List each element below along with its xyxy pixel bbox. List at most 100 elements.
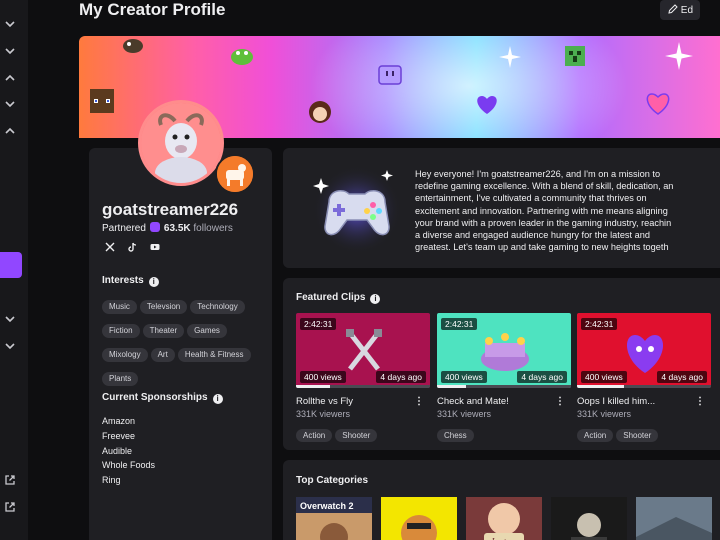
interests-heading-label: Interests bbox=[102, 275, 144, 286]
clip-viewers: 331K viewers bbox=[296, 409, 351, 419]
chevron-up-icon[interactable] bbox=[4, 72, 16, 84]
goat-avatar-image bbox=[141, 103, 221, 183]
interest-tag[interactable]: Health & Fitness bbox=[177, 348, 251, 362]
external-link-icon[interactable] bbox=[4, 500, 16, 512]
clip-thumbnail[interactable]: 2:42:31 400 views 4 days ago bbox=[296, 313, 430, 388]
chevron-down-icon[interactable] bbox=[4, 18, 16, 30]
about-line: redefine gaming excellence. With a blend… bbox=[415, 181, 674, 192]
category-card-4[interactable] bbox=[551, 497, 627, 540]
avatar[interactable] bbox=[138, 100, 224, 186]
tiktok-icon[interactable] bbox=[126, 242, 138, 254]
goat-badge-icon bbox=[217, 156, 253, 192]
clip-title[interactable]: Rollthe vs Fly bbox=[296, 396, 353, 407]
frog-sticker bbox=[231, 49, 253, 65]
sponsorship-item: Freevee bbox=[102, 430, 136, 441]
featured-clips-heading-label: Featured Clips bbox=[296, 292, 366, 303]
info-icon[interactable]: i bbox=[148, 277, 159, 287]
sponsorships-heading: Current Sponsorships i bbox=[102, 392, 223, 404]
x-icon[interactable] bbox=[104, 242, 116, 254]
interests-heading: Interests i bbox=[102, 275, 159, 287]
active-nav-indicator[interactable] bbox=[0, 252, 22, 278]
clip-title-row: Check and Mate! ⋮ bbox=[437, 396, 571, 408]
rainbow-heart-sticker bbox=[646, 93, 670, 115]
clip-duration: 2:42:31 bbox=[441, 318, 478, 330]
interest-tag[interactable]: Theater bbox=[142, 324, 185, 338]
interest-tag[interactable]: Mixology bbox=[102, 348, 148, 362]
category-card-2[interactable] bbox=[381, 497, 457, 540]
clip-age: 4 days ago bbox=[517, 371, 567, 383]
chevron-up-icon[interactable] bbox=[4, 125, 16, 137]
about-panel: Hey everyone! I'm goatstreamer226, and I… bbox=[283, 148, 720, 268]
interest-tags: Music Televsion Technology Fiction Theater Ga… bbox=[102, 296, 272, 392]
interest-tag[interactable]: Music bbox=[102, 300, 137, 314]
info-icon[interactable]: i bbox=[370, 294, 381, 304]
clip-thumbnail[interactable]: 2:42:31 400 views 4 days ago bbox=[577, 313, 711, 388]
clip-progress-fill bbox=[577, 385, 624, 388]
clip-tag[interactable]: Shooter bbox=[335, 429, 378, 442]
minecraft-steve-sticker bbox=[90, 89, 114, 113]
top-categories-panel: Top Categories Overwatch 2 Just bbox=[283, 460, 720, 540]
clip-tag[interactable]: Shooter bbox=[616, 429, 659, 442]
about-text: Hey everyone! I'm goatstreamer226, and I… bbox=[415, 168, 715, 253]
category-title: Overwatch 2 bbox=[300, 501, 354, 511]
interest-tag[interactable]: Televsion bbox=[139, 300, 188, 314]
sponsorship-item: Whole Foods bbox=[102, 460, 156, 471]
about-line: a diverse and engaged audience hungry fo… bbox=[415, 230, 650, 241]
avatar-badge bbox=[215, 154, 255, 194]
social-links bbox=[104, 239, 167, 254]
top-categories-heading: Top Categories bbox=[296, 475, 369, 486]
chevron-down-icon[interactable] bbox=[4, 313, 16, 325]
left-rail bbox=[0, 0, 28, 540]
info-icon[interactable]: i bbox=[212, 394, 223, 404]
clip-progress-bar bbox=[296, 385, 430, 388]
clip-card[interactable]: 2:42:31 400 views 4 days ago Rollthe vs Fly… bbox=[296, 313, 430, 448]
clip-title[interactable]: Oops I killed him... bbox=[577, 396, 655, 407]
sparkle-sticker bbox=[499, 46, 521, 68]
clip-tag[interactable]: Action bbox=[296, 429, 333, 442]
clip-views: 400 views bbox=[581, 371, 627, 383]
clip-tags: Action Shooter bbox=[577, 425, 711, 448]
edit-profile-button[interactable]: Ed bbox=[660, 0, 700, 20]
clip-views: 400 views bbox=[300, 371, 346, 383]
clip-title-row: Oops I killed him... ⋮ bbox=[577, 396, 711, 408]
interest-tag[interactable]: Plants bbox=[102, 372, 139, 386]
chevron-down-icon[interactable] bbox=[4, 98, 16, 110]
chevron-down-icon[interactable] bbox=[4, 340, 16, 352]
anime-girl-sticker bbox=[309, 101, 331, 123]
clip-duration: 2:42:31 bbox=[300, 318, 337, 330]
clip-card[interactable]: 2:42:31 400 views 4 days ago Check and Mate… bbox=[437, 313, 571, 448]
youtube-icon[interactable] bbox=[149, 242, 161, 254]
more-options-icon[interactable]: ⋮ bbox=[414, 396, 424, 407]
interest-tag[interactable]: Games bbox=[187, 324, 227, 338]
category-card-5[interactable] bbox=[636, 497, 712, 540]
clip-tag[interactable]: Action bbox=[577, 429, 614, 442]
clip-age: 4 days ago bbox=[376, 371, 426, 383]
clip-title[interactable]: Check and Mate! bbox=[437, 396, 509, 407]
category-card-overwatch[interactable]: Overwatch 2 bbox=[296, 497, 372, 540]
interest-tag[interactable]: Art bbox=[150, 348, 175, 362]
more-options-icon[interactable]: ⋮ bbox=[555, 396, 565, 407]
chevron-down-icon[interactable] bbox=[4, 45, 16, 57]
more-options-icon[interactable]: ⋮ bbox=[695, 396, 705, 407]
interest-tag[interactable]: Fiction bbox=[102, 324, 140, 338]
sparkle-sticker bbox=[665, 42, 693, 70]
followers-count: 63.5K bbox=[163, 223, 191, 234]
clip-age: 4 days ago bbox=[657, 371, 707, 383]
sponsorship-item: Ring bbox=[102, 475, 121, 486]
clip-progress-fill bbox=[437, 385, 467, 388]
about-line: Hey everyone! I'm goatstreamer226, and I… bbox=[415, 169, 661, 179]
interest-tag[interactable]: Technology bbox=[190, 300, 245, 314]
clip-viewers: 331K viewers bbox=[577, 409, 632, 419]
clip-thumbnail[interactable]: 2:42:31 400 views 4 days ago bbox=[437, 313, 571, 388]
category-card-just-chatting[interactable]: Just bbox=[466, 497, 542, 540]
clip-tags: Chess bbox=[437, 425, 571, 448]
about-line: your brand with a proven leader in the g… bbox=[415, 217, 672, 228]
creeper-sticker bbox=[565, 46, 585, 66]
clip-duration: 2:42:31 bbox=[581, 318, 618, 330]
clip-tags: Action Shooter bbox=[296, 425, 430, 448]
clip-tag[interactable]: Chess bbox=[437, 429, 474, 442]
clip-views: 400 views bbox=[441, 371, 487, 383]
clip-card[interactable]: 2:42:31 400 views 4 days ago Oops I killed … bbox=[577, 313, 711, 448]
about-line: greatest. Let's team up and take gaming … bbox=[415, 242, 669, 253]
external-link-icon[interactable] bbox=[4, 473, 16, 485]
